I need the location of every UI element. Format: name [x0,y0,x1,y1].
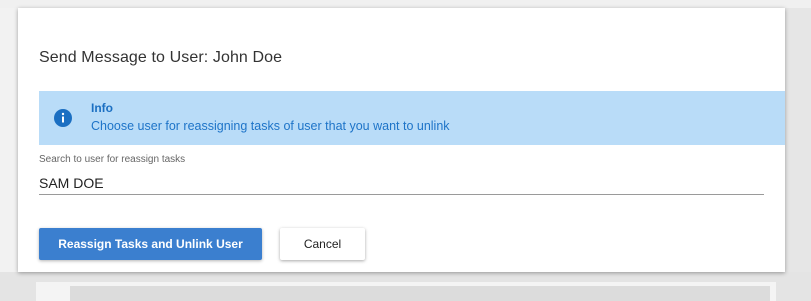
background-right [785,8,811,301]
info-title: Info [91,101,113,115]
info-message: Choose user for reassigning tasks of use… [91,119,450,133]
dialog-title: Send Message to User: John Doe [39,49,283,66]
send-message-dialog: Send Message to User: John Doe Info Choo… [18,8,785,272]
reassign-and-unlink-button[interactable]: Reassign Tasks and Unlink User [39,228,262,260]
info-circle-icon [54,109,72,127]
search-field-label: Search to user for reassign tasks [39,154,186,165]
cancel-button[interactable]: Cancel [280,228,365,260]
info-banner: Info Choose user for reassigning tasks o… [39,91,785,145]
background-top [0,0,811,8]
background-stripe-dark [70,286,770,301]
background-left [0,8,18,301]
reassign-user-search-input[interactable] [39,172,764,195]
